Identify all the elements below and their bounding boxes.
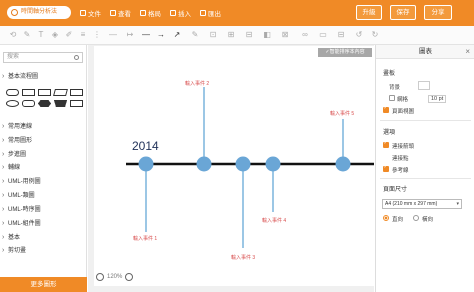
portrait-radio[interactable]	[383, 215, 389, 221]
close-icon[interactable]: ×	[465, 45, 470, 59]
connect-arrows-label: 連接箭頭	[392, 144, 415, 150]
section-page-size: 頁面尺寸	[383, 187, 408, 193]
background-label: 背景	[389, 85, 401, 91]
page-view-checkbox[interactable]	[383, 105, 389, 113]
section-options: 選項	[383, 130, 396, 136]
timeline-node-1[interactable]	[138, 156, 154, 172]
event-label-1[interactable]: 輸入事件 1	[133, 235, 157, 242]
zoom-in-icon[interactable]	[125, 273, 134, 281]
page-view-label: 頁面視圖	[392, 109, 415, 115]
guides-label: 參考線	[392, 168, 409, 174]
divider	[380, 178, 471, 179]
divider	[380, 120, 471, 121]
panel-header: 圖表 ×	[376, 45, 474, 59]
portrait-label: 直向	[392, 217, 404, 223]
background-color-swatch[interactable]	[418, 81, 430, 90]
event-label-3[interactable]: 輸入事件 3	[231, 254, 255, 261]
panel-title: 圖表	[419, 48, 432, 55]
properties-panel: 圖表 × 畫板 背景 網格 10 pt 頁面視圖 選項 連接箭頭 連接點 參考線…	[375, 45, 474, 292]
guides-checkbox[interactable]	[383, 164, 389, 172]
grid-checkbox[interactable]	[389, 95, 395, 101]
timeline-node-5[interactable]	[335, 156, 351, 172]
grid-label: 網格	[397, 97, 409, 103]
event-label-2[interactable]: 輸入事件 2	[185, 80, 209, 87]
zoom-value: 120%	[107, 274, 123, 280]
timeline-node-2[interactable]	[196, 156, 212, 172]
grid-size-input[interactable]: 10 pt	[428, 95, 447, 103]
zoom-out-icon[interactable]	[96, 273, 104, 281]
event-label-4[interactable]: 輸入事件 4	[262, 217, 286, 224]
page-size-select[interactable]: A4 (210 mm x 297 mm)	[382, 199, 462, 209]
connect-points-label[interactable]: 連接點	[392, 154, 409, 162]
year-label[interactable]: 2014	[132, 139, 159, 153]
landscape-radio[interactable]	[413, 215, 419, 221]
zoom-control: 120%	[96, 273, 134, 281]
event-label-5[interactable]: 輸入事件 5	[330, 110, 354, 117]
timeline-node-4[interactable]	[265, 156, 281, 172]
timeline-node-3[interactable]	[235, 156, 251, 172]
section-canvas: 畫板	[383, 71, 396, 77]
connect-arrows-checkbox[interactable]	[383, 140, 389, 148]
landscape-label: 橫向	[422, 217, 434, 223]
